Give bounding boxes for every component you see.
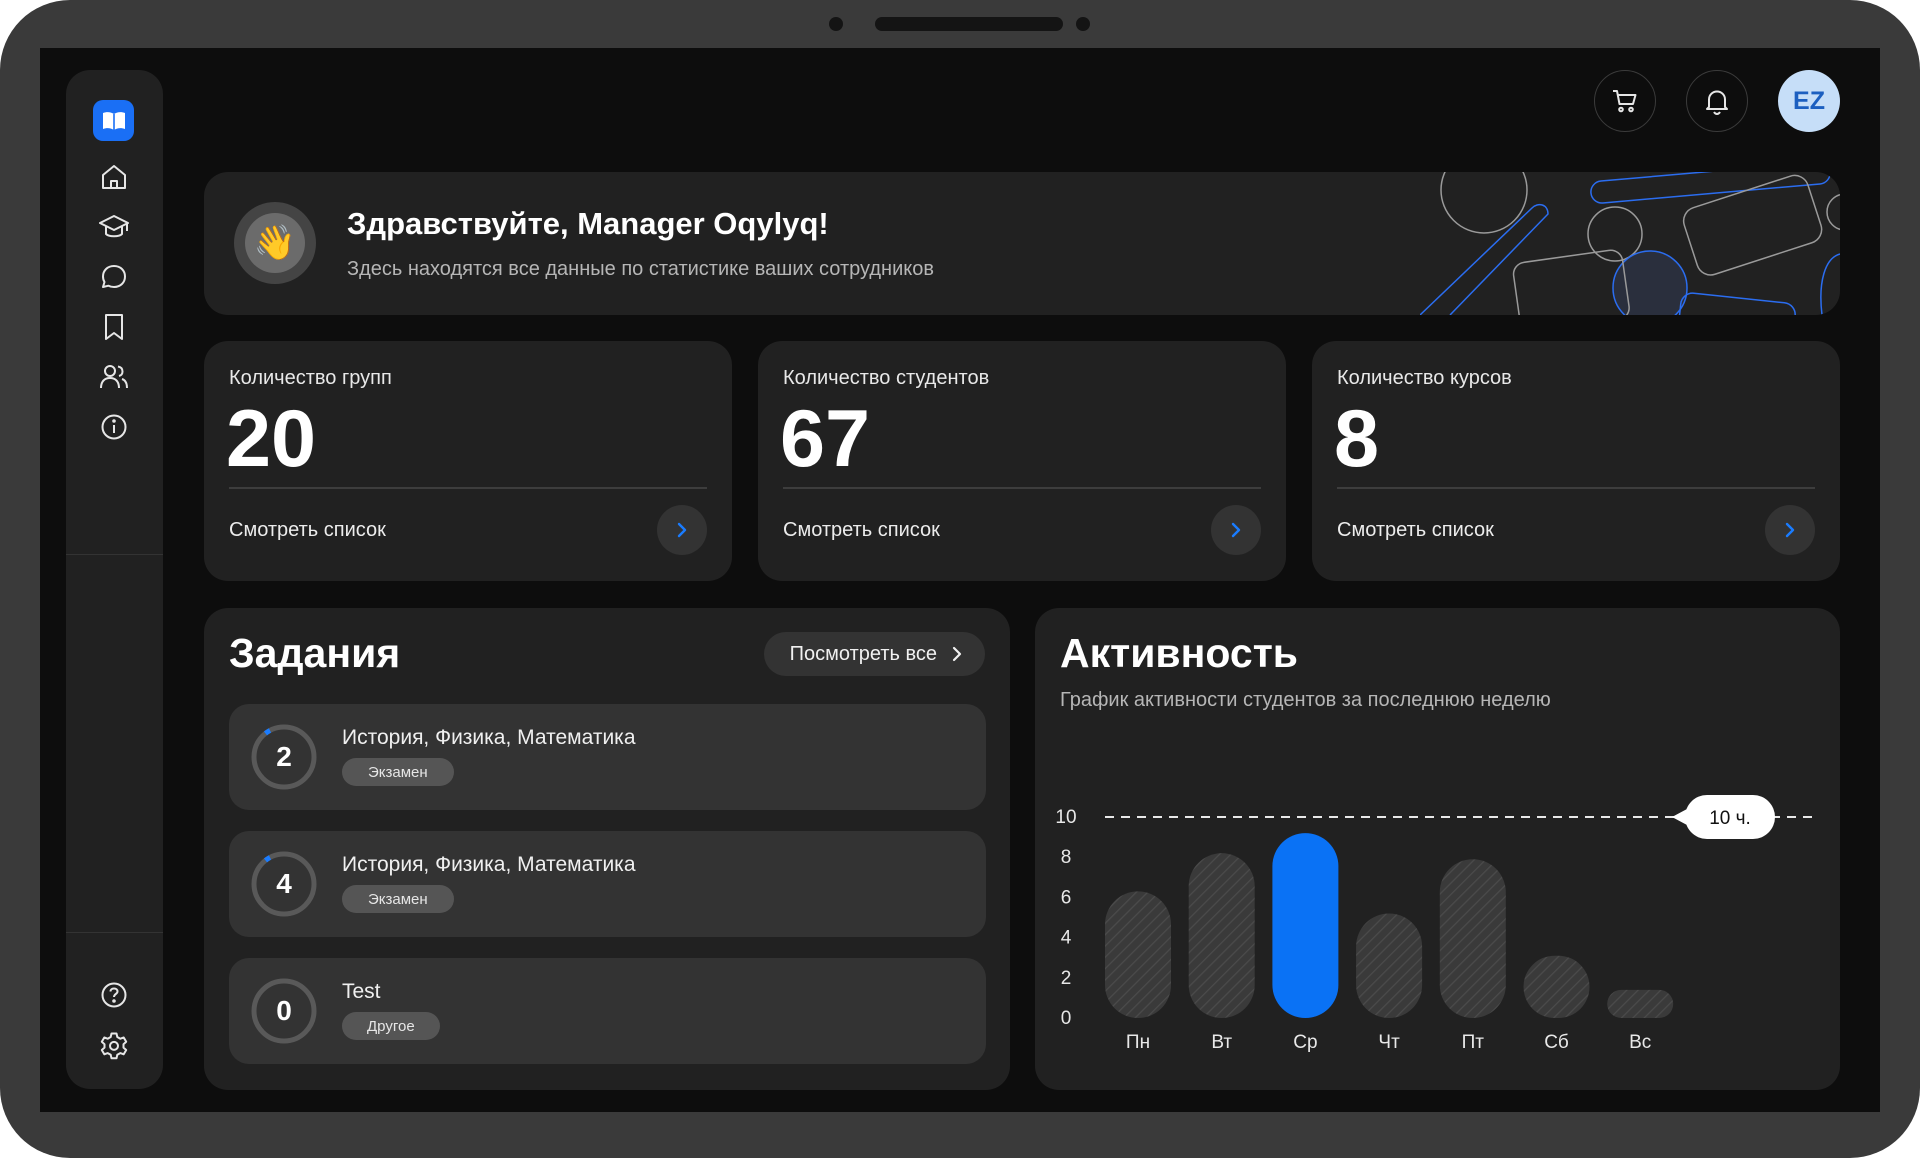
tasks-card: Задания Посмотреть все 2 История, Физика… xyxy=(204,608,1010,1090)
welcome-title: Здравствуйте, Manager Oqylyq! xyxy=(347,206,829,241)
view-list-button[interactable] xyxy=(657,505,707,555)
x-tick-label: Ср xyxy=(1293,1032,1317,1053)
chevron-right-icon xyxy=(952,646,962,662)
sidebar xyxy=(66,70,163,1089)
stat-value: 20 xyxy=(226,394,317,484)
gear-icon[interactable] xyxy=(96,1027,132,1063)
view-list-button[interactable] xyxy=(1211,505,1261,555)
camera-dot xyxy=(829,17,843,31)
logo-book-icon[interactable] xyxy=(93,100,134,141)
tasks-title: Задания xyxy=(229,630,401,676)
task-count: 4 xyxy=(276,868,292,899)
x-tick-label: Сб xyxy=(1544,1032,1569,1053)
task-item[interactable]: 0 Test Другое xyxy=(229,958,986,1064)
task-title: История, Физика, Математика xyxy=(342,726,636,749)
y-tick-label: 10 xyxy=(1055,807,1076,828)
task-type-badge: Экзамен xyxy=(342,885,454,913)
task-type-badge: Экзамен xyxy=(342,758,454,786)
sidebar-divider xyxy=(66,932,163,933)
task-count: 2 xyxy=(276,741,292,772)
chevron-right-icon xyxy=(677,522,687,538)
x-tick-label: Вс xyxy=(1629,1032,1651,1053)
bar-Ср xyxy=(1272,833,1339,1018)
tablet-frame: EZ 👋 Здравствуйте, Manager Oqylyq! Здесь… xyxy=(0,0,1920,1158)
bookmark-icon[interactable] xyxy=(96,309,132,345)
speaker-grille xyxy=(875,17,1063,31)
stat-card-courses: Количество курсов 8 Смотреть список xyxy=(1312,341,1840,581)
app-screen: EZ 👋 Здравствуйте, Manager Oqylyq! Здесь… xyxy=(40,48,1880,1112)
divider xyxy=(783,487,1261,489)
stat-label: Количество групп xyxy=(229,367,392,389)
task-title: Test xyxy=(342,980,381,1003)
task-title: История, Физика, Математика xyxy=(342,853,636,876)
x-tick-label: Чт xyxy=(1378,1032,1400,1053)
stat-card-groups: Количество групп 20 Смотреть список xyxy=(204,341,732,581)
info-icon[interactable] xyxy=(96,409,132,445)
task-type-badge: Другое xyxy=(342,1012,440,1040)
divider xyxy=(1337,487,1815,489)
bar-Чт xyxy=(1356,913,1423,1018)
bell-icon xyxy=(1706,90,1728,115)
y-tick-label: 0 xyxy=(1061,1008,1072,1029)
waving-hand-icon: 👋 xyxy=(234,202,316,284)
sensor-dot xyxy=(1076,17,1090,31)
y-tick-label: 4 xyxy=(1061,928,1072,949)
welcome-subtitle: Здесь находятся все данные по статистике… xyxy=(347,258,934,280)
cart-icon xyxy=(1613,90,1637,113)
bar-Вс xyxy=(1607,989,1674,1018)
reference-tooltip-label: 10 ч. xyxy=(1709,808,1751,829)
y-tick-label: 2 xyxy=(1061,968,1072,989)
notifications-button[interactable] xyxy=(1686,70,1748,132)
graduation-cap-icon[interactable] xyxy=(96,209,132,245)
chevron-right-icon xyxy=(1785,522,1795,538)
decorative-shapes xyxy=(1420,172,1840,315)
welcome-card: 👋 Здравствуйте, Manager Oqylyq! Здесь на… xyxy=(204,172,1840,315)
stat-card-students: Количество студентов 67 Смотреть список xyxy=(758,341,1286,581)
view-all-button[interactable]: Посмотреть все xyxy=(763,632,985,676)
tooltip-pointer xyxy=(1672,809,1687,825)
users-icon[interactable] xyxy=(96,359,132,395)
view-list-link[interactable]: Смотреть список xyxy=(1337,519,1494,542)
x-tick-label: Пт xyxy=(1462,1032,1485,1053)
divider xyxy=(229,487,707,489)
task-item[interactable]: 4 История, Физика, Математика Экзамен xyxy=(229,831,986,937)
bar-Сб xyxy=(1523,955,1590,1018)
avatar[interactable]: EZ xyxy=(1778,70,1840,132)
stat-value: 67 xyxy=(780,394,871,484)
x-tick-label: Вт xyxy=(1211,1032,1232,1053)
task-count: 0 xyxy=(276,995,292,1026)
bar-Пт xyxy=(1439,859,1506,1018)
sidebar-divider xyxy=(66,554,163,555)
view-all-label: Посмотреть все xyxy=(789,642,937,665)
help-icon[interactable] xyxy=(96,977,132,1013)
home-icon[interactable] xyxy=(96,159,132,195)
bar-Пн xyxy=(1105,891,1171,1018)
activity-chart: 0 2 4 6 8 10 Пн Вт Ср Чт Пт Сб Вс 10 ч. xyxy=(1055,795,1815,1053)
stat-label: Количество студентов xyxy=(783,367,990,389)
view-list-button[interactable] xyxy=(1765,505,1815,555)
view-list-link[interactable]: Смотреть список xyxy=(783,519,940,542)
task-item[interactable]: 2 История, Физика, Математика Экзамен xyxy=(229,704,986,810)
stat-value: 8 xyxy=(1334,394,1380,484)
stat-label: Количество курсов xyxy=(1337,367,1512,389)
chat-bubble-icon[interactable] xyxy=(96,259,132,295)
cart-button[interactable] xyxy=(1594,70,1656,132)
activity-card: Активность График активности студентов з… xyxy=(1035,608,1840,1090)
chevron-right-icon xyxy=(1231,522,1241,538)
bar-Вт xyxy=(1188,853,1255,1018)
view-list-link[interactable]: Смотреть список xyxy=(229,519,386,542)
x-tick-label: Пн xyxy=(1126,1032,1150,1053)
y-tick-label: 8 xyxy=(1061,847,1072,868)
y-tick-label: 6 xyxy=(1061,887,1072,908)
